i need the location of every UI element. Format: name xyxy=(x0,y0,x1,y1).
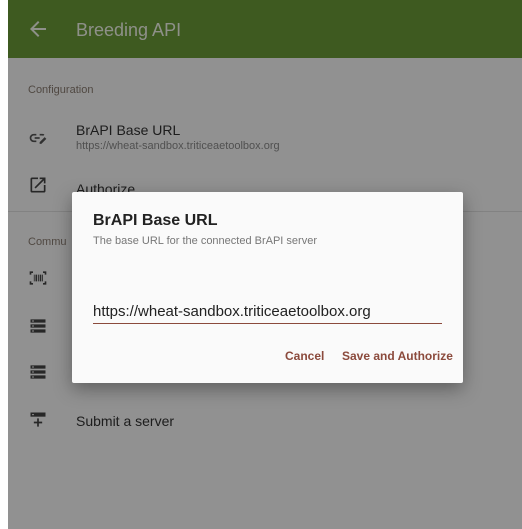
settings-screen: Breeding API Configuration BrAPI Base UR… xyxy=(8,0,522,529)
dialog-title: BrAPI Base URL xyxy=(93,212,218,229)
base-url-dialog: BrAPI Base URL The base URL for the conn… xyxy=(72,192,463,383)
cancel-button[interactable]: Cancel xyxy=(285,349,324,363)
dialog-message: The base URL for the connected BrAPI ser… xyxy=(93,235,317,247)
save-and-authorize-button[interactable]: Save and Authorize xyxy=(342,349,453,363)
base-url-input[interactable] xyxy=(93,300,442,324)
